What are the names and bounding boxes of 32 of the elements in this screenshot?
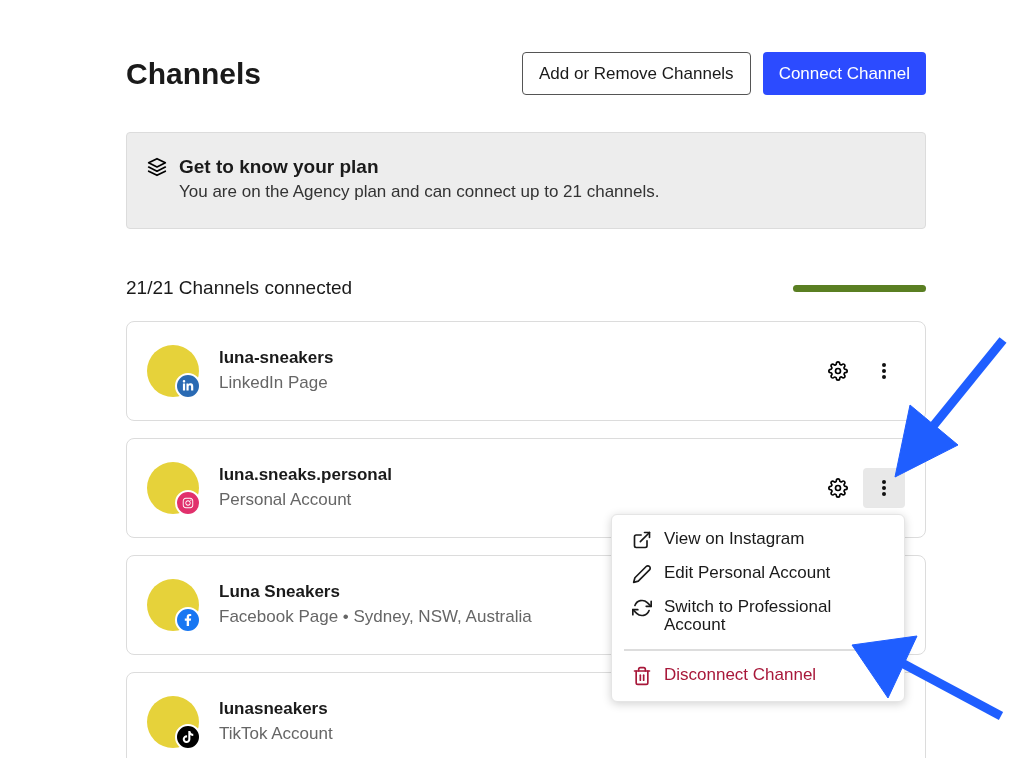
vertical-dots-icon: [882, 480, 886, 496]
network-badge-icon: [175, 724, 201, 750]
network-badge-icon: [175, 607, 201, 633]
channel-name: lunasneakers: [219, 698, 329, 720]
channel-type: LinkedIn Page: [219, 372, 329, 394]
layers-icon: [147, 157, 167, 177]
vertical-dots-icon: [882, 363, 886, 379]
network-badge-icon: [175, 373, 201, 399]
gear-icon: [828, 361, 848, 381]
gear-icon: [828, 478, 848, 498]
more-options-button[interactable]: [863, 468, 905, 508]
network-badge-icon: [175, 490, 201, 516]
trash-icon: [632, 666, 652, 686]
external-link-icon: [632, 530, 652, 550]
channel-name: Luna Sneakers: [219, 581, 341, 603]
page-title: Channels: [126, 56, 262, 92]
pencil-icon: [632, 564, 652, 584]
plan-title: Get to know your plan: [179, 155, 380, 179]
channel-name: luna.sneaks.personal: [219, 464, 392, 486]
connect-button[interactable]: Connect Channel: [762, 52, 926, 95]
channel-name: luna-sneakers: [219, 347, 334, 369]
channel-type: Facebook Page • Sydney, NSW, Australia: [219, 606, 532, 628]
menu-item[interactable]: Switch to Professional Account: [612, 591, 904, 641]
menu-item[interactable]: Disconnect Channel: [612, 659, 904, 693]
manage-channels-button[interactable]: Add or Remove Channels: [521, 52, 751, 95]
menu-item[interactable]: View on Instagram: [612, 523, 904, 557]
plan-description: You are on the Agency plan and can connect up to 21 channels.: [179, 181, 660, 203]
channel-type: Personal Account: [219, 489, 353, 511]
menu-item[interactable]: Edit Personal Account: [612, 557, 904, 591]
channel-type: TikTok Account: [219, 723, 333, 745]
refresh-icon: [632, 598, 652, 618]
channels-count: 21/21 Channels connected: [126, 275, 353, 300]
